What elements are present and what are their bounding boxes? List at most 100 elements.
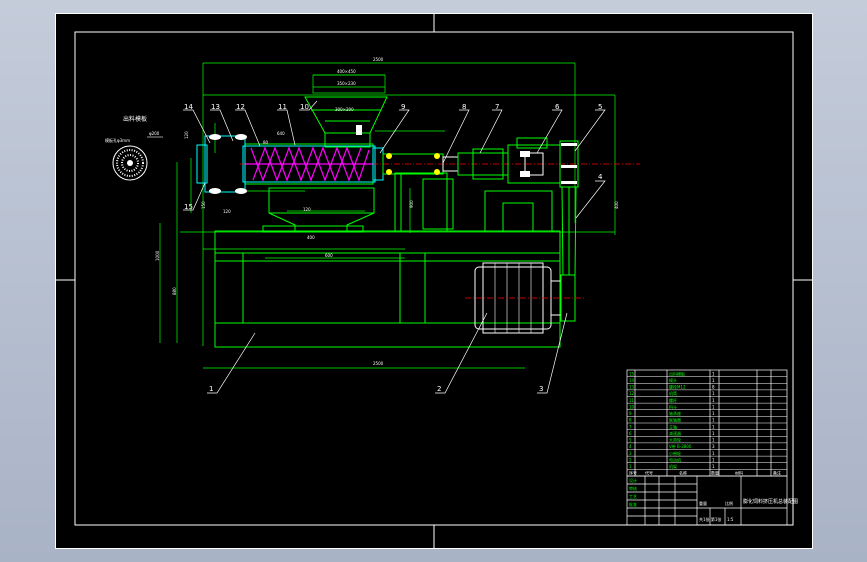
parts-cell-qty: 1	[712, 431, 715, 436]
tb-sign-design: 设计	[629, 477, 637, 483]
parts-cell-name: 大带轮	[669, 437, 681, 443]
parts-cell-no: 15	[629, 371, 635, 376]
parts-cell-no: 14	[629, 378, 635, 383]
sheet-border	[55, 13, 813, 549]
parts-cell-no: 11	[629, 398, 635, 403]
part-number: 5	[598, 103, 602, 111]
tb-weight: 重量	[699, 500, 707, 506]
parts-cell-name: 轴承座	[669, 410, 681, 416]
parts-cell-no: 6	[629, 431, 632, 436]
dim-hopper-top: 400×450	[337, 69, 356, 74]
drawing-canvas[interactable]: 出料模板 模板孔φ3mm φ200 2500 400×450 350×230 3…	[55, 13, 813, 549]
parts-header-code: 代号	[645, 470, 653, 476]
tb-sign-review: 审核	[629, 485, 637, 491]
part-number: 7	[495, 103, 499, 111]
parts-header-note: 备注	[773, 470, 781, 476]
parts-cell-name: V带 B-2800	[669, 444, 692, 449]
dim-pitch: 120	[303, 207, 311, 212]
die-plate-detail	[112, 136, 163, 181]
dim-support: 400	[307, 235, 315, 240]
parts-header-no: 序号	[629, 470, 637, 476]
part-number: 14	[184, 103, 193, 111]
dim-flange: 120	[184, 131, 189, 139]
parts-cell-qty: 1	[712, 404, 715, 409]
parts-cell-name: 机筒	[669, 390, 677, 396]
dimension-lines	[159, 62, 616, 369]
parts-header-name: 名称	[679, 470, 687, 476]
parts-cell-no: 2	[629, 457, 632, 462]
parts-cell-no: 12	[629, 391, 635, 396]
tb-sheet: 共1张 第1张	[699, 516, 721, 522]
dim-gap: 150	[201, 201, 206, 209]
parts-cell-qty: 1	[712, 464, 715, 469]
detail-dim: φ200	[149, 131, 160, 136]
parts-cell-no: 7	[629, 424, 632, 429]
detail-note: 模板孔φ3mm	[105, 137, 130, 143]
part-number: 6	[555, 103, 560, 111]
title-block: 设计 审核 工艺 批准 重量 比例 1:5 共1张 第1张 膨化饲料挤压机总装配…	[626, 475, 798, 526]
dim-left-a: 120	[223, 209, 231, 214]
dim-overall-bottom: 2500	[373, 361, 384, 366]
parts-list: 15 出料模板 114 模头 113 螺栓M12 812 机筒 111 螺杆 110 料斗 19 轴承座 1…	[626, 369, 788, 477]
parts-cell-qty: 1	[712, 451, 715, 456]
dim-motor-width: 400	[614, 201, 619, 209]
parts-cell-qty: 1	[712, 391, 715, 396]
parts-cell-no: 10	[629, 404, 635, 409]
parts-cell-name: 减速器	[669, 430, 681, 436]
part-number: 11	[278, 103, 287, 111]
part-number: 4	[598, 173, 603, 181]
cad-drawing: 出料模板 模板孔φ3mm φ200 2500 400×450 350×230 3…	[55, 13, 813, 549]
part-number: 3	[539, 385, 543, 393]
parts-cell-name: 螺栓M12	[669, 384, 686, 390]
tb-ratio: 比例	[725, 500, 733, 506]
parts-cell-name: 主轴	[669, 423, 677, 429]
parts-cell-qty: 1	[712, 424, 715, 429]
parts-cell-qty: 1	[712, 378, 715, 383]
parts-cell-no: 5	[629, 438, 632, 443]
parts-cell-no: 1	[629, 464, 632, 469]
parts-cell-no: 4	[629, 444, 632, 449]
inner-frame	[74, 31, 794, 526]
leader-lines	[183, 100, 606, 394]
parts-header-qty: 数量	[711, 470, 719, 476]
detail-label: 出料模板	[123, 115, 147, 123]
parts-cell-no: 8	[629, 418, 632, 423]
parts-cell-name: 小带轮	[669, 450, 681, 456]
parts-cell-no: 9	[629, 411, 632, 416]
hopper	[304, 96, 388, 148]
parts-cell-name: 机架	[669, 463, 677, 469]
dim-height-b: 900	[409, 200, 414, 208]
part-number: 9	[401, 103, 405, 111]
parts-cell-name: 模头	[669, 377, 677, 383]
tb-scale: 1:5	[727, 517, 734, 522]
machine-base	[214, 172, 561, 348]
parts-cell-qty: 1	[712, 398, 715, 403]
parts-cell-qty: 1	[712, 418, 715, 423]
center-marks	[55, 13, 813, 549]
part-number: 1	[209, 385, 213, 393]
parts-cell-name: 出料模板	[669, 370, 685, 376]
dim-hopper-mid: 350×230	[337, 81, 356, 86]
tb-sign-process: 工艺	[629, 494, 637, 499]
parts-cell-qty: 1	[712, 457, 715, 462]
parts-cell-no: 3	[629, 451, 632, 456]
part-number: 12	[236, 103, 245, 111]
dim-hopper-low: 300×200	[335, 107, 354, 112]
dim-left-b: 80	[263, 140, 269, 145]
parts-cell-name: 联轴器	[669, 417, 681, 423]
dim-height-total: 1000	[155, 250, 160, 261]
dim-screw-len: 640	[277, 131, 285, 136]
parts-cell-name: 料斗	[669, 403, 677, 409]
parts-cell-name: 电动机	[669, 456, 681, 462]
parts-cell-qty: 3	[712, 444, 715, 449]
part-number: 15	[184, 203, 193, 211]
dim-height-a: 880	[172, 287, 177, 295]
tb-drawing-title: 膨化饲料挤压机总装配图	[743, 498, 798, 505]
parts-cell-qty: 1	[712, 411, 715, 416]
dim-overall-top: 2500	[373, 57, 384, 62]
tb-sign-approve: 批准	[629, 501, 637, 507]
parts-cell-no: 13	[629, 385, 635, 390]
part-number: 8	[462, 103, 466, 111]
dim-base-inner: 600	[325, 253, 333, 258]
part-number: 13	[211, 103, 220, 111]
